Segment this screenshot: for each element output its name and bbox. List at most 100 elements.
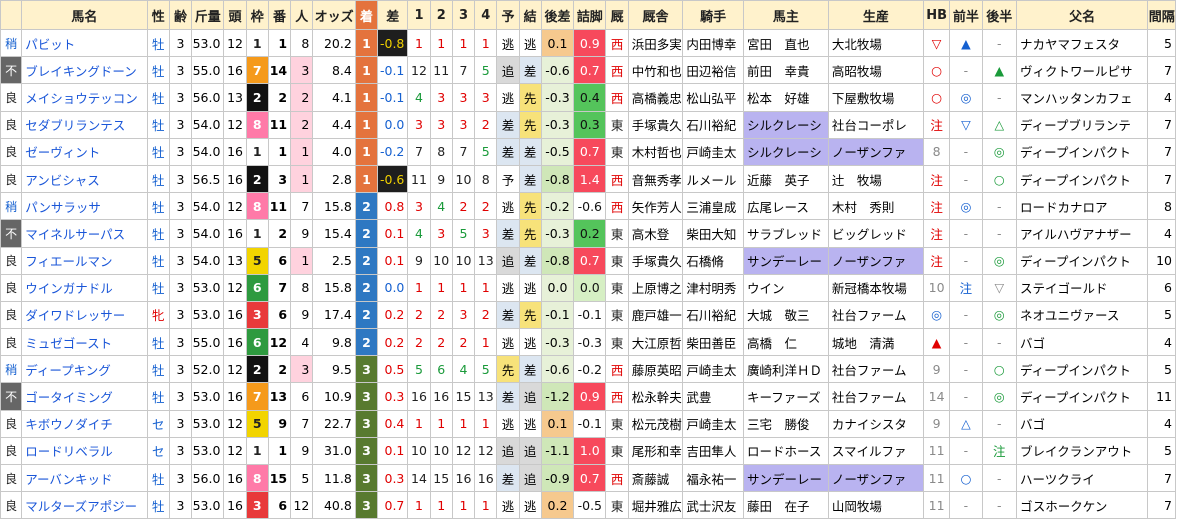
header-col-stable[interactable]: 厩 [605,0,629,30]
cell-col-sex: 牡 [146,328,170,357]
cell-col-stable: 東 [605,219,629,248]
cell-col-horse-name[interactable]: セダブリランテス [21,110,148,139]
header-col-sire[interactable]: 父名 [1015,0,1149,30]
header-col-number[interactable]: 番 [267,0,292,30]
cell-col-last-diff: -0.6 [540,56,575,85]
header-col-popularity[interactable]: 人 [290,0,314,30]
header-col-horse-name[interactable]: 馬名 [21,0,148,30]
header-col-interval[interactable]: 間隔 [1147,0,1176,30]
cell-col-waku: 5 [245,409,269,438]
cell-col-horse-name[interactable]: ブレイキングドーン [21,56,148,85]
cell-col-horse-name[interactable]: ミュゼゴースト [21,328,148,357]
cell-col-second-half: ◎ [981,137,1017,166]
cell-col-owner: 松本 好雄 [742,83,829,112]
header-col-first-half[interactable]: 前半 [949,0,983,30]
cell-col-last-diff: -0.3 [540,83,575,112]
cell-col-horse-name[interactable]: ゴータイミング [21,382,148,411]
header-col-trainer[interactable]: 厩舎 [627,0,684,30]
header-col-c1[interactable]: 1 [407,0,431,30]
cell-col-horse-name[interactable]: ゼーヴィント [21,137,148,166]
table-row[interactable]: 良アンビシャス牡 3 56.5 16 2 3 1 2.8 1 -0.6 11 9 10 8 予差 -0.8 1.… [0,164,1176,194]
table-row[interactable]: 不ゴータイミング牡 3 53.0 16 7 13 6 10.9 3 0.3 16 16 15 13 差追 -1… [0,382,1176,411]
cell-col-waku: 6 [245,328,269,357]
cell-col-c3: 2 [451,328,476,357]
header-col-result[interactable]: 結 [518,0,542,30]
cell-col-waku: 1 [245,436,269,466]
cell-col-horse-name[interactable]: フィエールマン [21,246,148,275]
cell-col-c2: 3 [429,83,453,112]
table-row[interactable]: 不ブレイキングドーン牡 3 55.0 16 7 14 3 8.4 1 -0.1 12 11 7 5 追差 -0… [0,56,1176,85]
cell-col-horse-name[interactable]: マイネルサーパス [21,219,148,248]
header-col-hb[interactable]: HB [922,0,951,30]
cell-col-weight: 56.0 [191,83,225,112]
cell-col-horse-name[interactable]: パンサラッサ [21,192,148,221]
table-row[interactable]: 良ダイワドレッサー牝 3 53.0 16 3 6 9 17.4 2 0.2 2 2 3 2 差先 -0.1 -0… [0,300,1176,330]
header-col-owner[interactable]: 馬主 [742,0,829,30]
cell-col-horse-name[interactable]: アンビシャス [21,164,148,194]
cell-col-hb: 注 [922,192,951,221]
table-row[interactable]: 稍ディープキング牡 3 52.0 12 2 2 3 9.5 3 0.5 5 6 4 5 先差 -0.6 -0.2… [0,355,1176,384]
cell-col-horse-name[interactable]: ウインガナドル [21,273,148,302]
cell-col-horse-name[interactable]: ロードリベラル [21,436,148,466]
table-row[interactable]: 稍パンサラッサ牡 3 54.0 12 8 11 7 15.8 2 0.8 3 4 2 2 逃先 -0.2 -0.… [0,192,1176,221]
table-row[interactable]: 良ミュゼゴースト牡 3 55.0 16 6 12 4 9.8 2 0.2 2 2 2 1 逃逃 -0.3 -0.… [0,328,1176,357]
table-row[interactable]: 良ゼーヴィント牡 3 54.0 16 1 1 1 4.0 1 -0.2 7 8 7 5 差差 -0.5 0.7 東… [0,137,1176,166]
header-col-jockey[interactable]: 騎手 [682,0,744,30]
header-col-pred[interactable]: 予 [496,0,520,30]
cell-col-horse-name[interactable]: ダイワドレッサー [21,300,148,330]
header-col-chaku[interactable]: 着 [354,0,379,30]
cell-col-hb: ○ [922,56,951,85]
cell-col-horse-name[interactable]: パビット [21,28,148,58]
cell-col-c4: 13 [474,382,498,411]
header-col-field[interactable]: 頭 [223,0,247,30]
header-col-c2[interactable]: 2 [429,0,453,30]
cell-col-horse-name[interactable]: ディープキング [21,355,148,384]
header-col-c4[interactable]: 4 [474,0,498,30]
table-row[interactable]: 良セダブリランテス牡 3 54.0 12 8 11 2 4.4 1 0.0 3 3 3 2 差先 -0.3 0.… [0,110,1176,139]
header-col-waku[interactable]: 枠 [245,0,269,30]
header-col-last-diff[interactable]: 後差 [540,0,575,30]
cell-col-sex: 牡 [146,192,170,221]
header-col-odds[interactable]: オッズ [312,0,356,30]
table-row[interactable]: 良アーバンキッド牡 3 56.0 16 8 15 5 11.8 3 0.3 14 15 16 16 差追 -0… [0,463,1176,493]
cell-col-popularity: 8 [290,273,314,302]
cell-col-trainer: 尾形和幸 [627,436,684,466]
table-row[interactable]: 良メイショウテッコン牡 3 56.0 13 2 2 2 4.1 1 -0.1 4 3 3 3 逃先 -0.3 0… [0,83,1176,112]
table-row[interactable]: 良マルターズアポジー牡 3 53.0 16 3 6 12 40.8 3 0.7 1 1 1 1 逃逃 0.2-… [0,491,1176,520]
header-col-weight[interactable]: 斤量 [191,0,225,30]
cell-col-interval: 6 [1147,273,1176,302]
table-row[interactable]: 良ロードリベラルセ 3 53.0 12 1 1 9 31.0 3 0.1 10 10 12 12 追追 -1.… [0,436,1176,466]
cell-col-sex: 牡 [146,110,170,139]
cell-col-jockey: 柴田善臣 [682,328,744,357]
header-col-margin[interactable]: 差 [377,0,409,30]
table-row[interactable]: 良フィエールマン牡 3 54.0 13 5 6 1 2.5 2 0.1 9 10 10 13 追差 -0.8 0… [0,246,1176,275]
header-col-age[interactable]: 齢 [168,0,193,30]
header-col-breeder[interactable]: 生産 [827,0,924,30]
cell-col-owner: 藤田 在子 [742,491,829,520]
cell-col-stable: 西 [605,382,629,411]
cell-col-c1: 5 [407,355,431,384]
table-row[interactable]: 稍パビット牡 3 53.0 12 1 1 8 20.2 1 -0.8 1 1 1 1 逃逃 0.1 0.9 西浜田… [0,28,1176,58]
header-col-cond[interactable] [0,0,23,30]
cell-col-horse-name[interactable]: キボウノダイチ [21,409,148,438]
cell-col-horse-name[interactable]: マルターズアポジー [21,491,148,520]
cell-col-popularity: 3 [290,56,314,85]
header-col-sex[interactable]: 性 [146,0,170,30]
cell-col-horse-name[interactable]: アーバンキッド [21,463,148,493]
cell-col-trainer: 浜田多実 [627,28,684,58]
cell-col-result: 先 [518,300,542,330]
table-row[interactable]: 良キボウノダイチセ 3 53.0 12 5 9 7 22.7 3 0.4 1 1 1 1 逃逃 0.1 -0.1… [0,409,1176,438]
header-col-second-half[interactable]: 後半 [981,0,1017,30]
cell-col-hb: 14 [922,382,951,411]
cell-col-c2: 15 [429,463,453,493]
cell-col-owner: シルクレーシ [742,110,829,139]
table-row[interactable]: 不マイネルサーパス牡 3 54.0 16 1 2 9 15.4 2 0.1 4 3 5 3 差先 -0.3 0.… [0,219,1176,248]
table-row[interactable]: 良ウインガナドル牡 3 53.0 12 6 7 8 15.8 2 0.0 1 1 1 1 逃逃 0.0 0.0 東… [0,273,1176,302]
cell-col-trainer: 松元茂樹 [627,409,684,438]
cell-col-hb: 9 [922,355,951,384]
header-col-closing[interactable]: 詰脚 [573,0,607,30]
cell-col-interval: 5 [1147,28,1176,58]
cell-col-odds: 4.0 [312,137,356,166]
cell-col-horse-name[interactable]: メイショウテッコン [21,83,148,112]
header-col-c3[interactable]: 3 [451,0,476,30]
